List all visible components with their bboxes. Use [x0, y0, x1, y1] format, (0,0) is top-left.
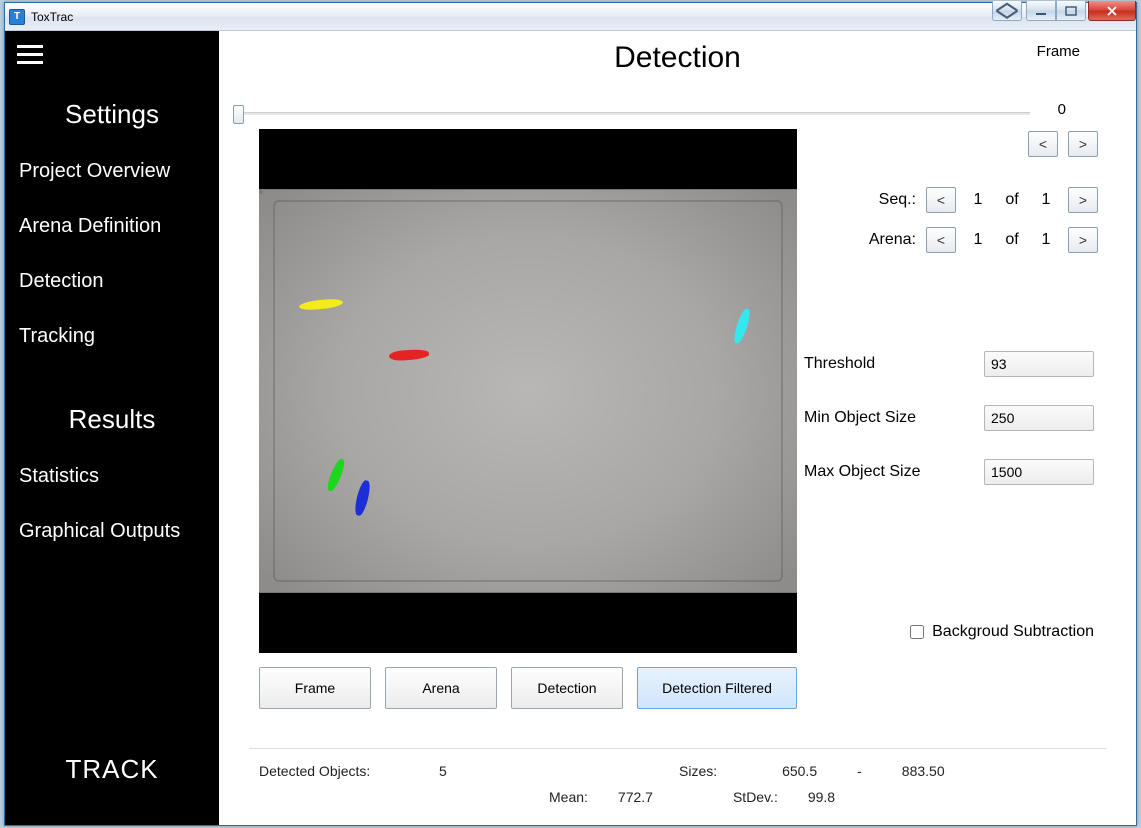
sidebar-item-project-overview[interactable]: Project Overview — [5, 144, 219, 199]
main-panel: Detection Frame 0 < > Seq.: < 1 of 1 > A… — [219, 31, 1136, 825]
threshold-spinner[interactable]: ▲▼ — [984, 351, 1094, 377]
tab-detection-filtered[interactable]: Detection Filtered — [637, 667, 797, 709]
threshold-input[interactable] — [985, 352, 1094, 376]
min-size-spinner[interactable]: ▲▼ — [984, 405, 1094, 431]
bg-subtraction-checkbox[interactable] — [910, 625, 924, 639]
sidebar-item-arena-definition[interactable]: Arena Definition — [5, 199, 219, 254]
mean-value: 772.7 — [618, 789, 653, 805]
frame-value: 0 — [1058, 101, 1066, 118]
sizes-min: 650.5 — [757, 763, 817, 779]
view-tabs: Frame Arena Detection Detection Filtered — [259, 667, 797, 709]
min-size-input[interactable] — [985, 406, 1094, 430]
status-bar: Detected Objects: 5 Sizes: 650.5 - 883.5… — [249, 748, 1106, 815]
frame-label: Frame — [1037, 43, 1080, 60]
arena-next-button[interactable]: > — [1068, 227, 1098, 253]
detected-blob — [353, 479, 372, 517]
sidebar-section-settings: Settings — [5, 99, 219, 130]
detected-blob — [325, 457, 347, 492]
threshold-label: Threshold — [804, 355, 984, 373]
max-size-label: Max Object Size — [804, 463, 984, 481]
maximize-button[interactable] — [1056, 1, 1086, 21]
app-window: T ToxTrac Settings Project Overview — [4, 2, 1137, 826]
tab-detection[interactable]: Detection — [511, 667, 623, 709]
arena-of: of — [1000, 231, 1024, 249]
menu-icon[interactable] — [11, 37, 49, 71]
sizes-dash: - — [857, 763, 862, 779]
bg-subtraction-label: Backgroud Subtraction — [932, 623, 1094, 641]
arena-image — [259, 189, 797, 593]
sidebar-item-tracking[interactable]: Tracking — [5, 309, 219, 364]
page-title: Detection — [219, 41, 1136, 75]
detected-objects-value: 5 — [439, 763, 499, 779]
frame-slider[interactable] — [233, 105, 1030, 121]
titlebar[interactable]: T ToxTrac — [5, 3, 1136, 31]
sidebar-item-detection[interactable]: Detection — [5, 254, 219, 309]
detected-blob — [389, 349, 430, 362]
detected-blob — [732, 307, 753, 344]
mean-label: Mean: — [549, 789, 588, 805]
sidebar-item-graphical-outputs[interactable]: Graphical Outputs — [5, 504, 219, 559]
bg-subtraction-row[interactable]: Backgroud Subtraction — [910, 623, 1094, 641]
frame-prev-button[interactable]: < — [1028, 131, 1058, 157]
arena-current: 1 — [966, 231, 990, 249]
window-title: ToxTrac — [31, 10, 73, 24]
detected-objects-label: Detected Objects: — [259, 763, 399, 779]
sizes-label: Sizes: — [679, 763, 717, 779]
stdev-label: StDev.: — [733, 789, 778, 805]
sidebar-item-statistics[interactable]: Statistics — [5, 449, 219, 504]
seq-next-button[interactable]: > — [1068, 187, 1098, 213]
parameter-panel: Threshold ▲▼ Min Object Size ▲▼ Max Obje… — [804, 351, 1094, 485]
stdev-value: 99.8 — [808, 789, 835, 805]
detection-viewport — [259, 129, 797, 653]
minimize-button[interactable] — [1026, 1, 1056, 21]
sidebar: Settings Project Overview Arena Definiti… — [5, 31, 219, 825]
seq-of: of — [1000, 191, 1024, 209]
seq-prev-button[interactable]: < — [926, 187, 956, 213]
arena-prev-button[interactable]: < — [926, 227, 956, 253]
app-icon: T — [9, 9, 25, 25]
track-button[interactable]: TRACK — [5, 724, 219, 825]
arena-label: Arena: — [846, 231, 916, 249]
slider-thumb[interactable] — [233, 105, 244, 124]
window-drag-handle-icon[interactable] — [992, 1, 1022, 21]
max-size-spinner[interactable]: ▲▼ — [984, 459, 1094, 485]
sidebar-section-results: Results — [5, 404, 219, 435]
seq-label: Seq.: — [846, 191, 916, 209]
seq-total: 1 — [1034, 191, 1058, 209]
arena-total: 1 — [1034, 231, 1058, 249]
tab-frame[interactable]: Frame — [259, 667, 371, 709]
sizes-max: 883.50 — [902, 763, 945, 779]
close-button[interactable] — [1088, 1, 1136, 21]
seq-current: 1 — [966, 191, 990, 209]
frame-next-button[interactable]: > — [1068, 131, 1098, 157]
max-size-input[interactable] — [985, 460, 1094, 484]
tab-arena[interactable]: Arena — [385, 667, 497, 709]
detected-blob — [299, 298, 344, 312]
min-size-label: Min Object Size — [804, 409, 984, 427]
